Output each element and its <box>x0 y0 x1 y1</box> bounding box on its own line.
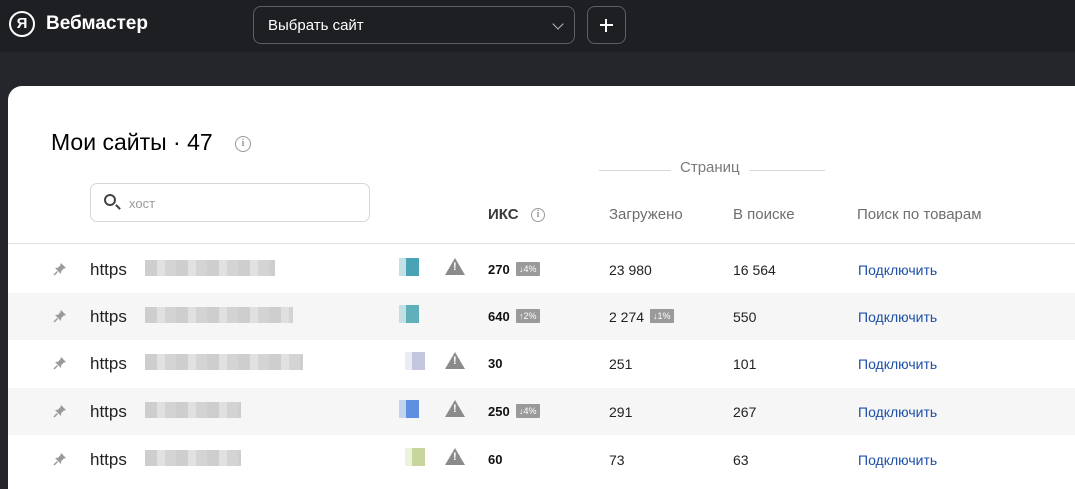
table-row[interactable]: https 270 ↓4% 23 980 16 564 Подключить <box>8 246 1075 293</box>
loaded-change-badge: ↓1% <box>650 309 674 323</box>
pin-icon[interactable] <box>53 404 67 418</box>
iks-value: 640 <box>488 309 510 324</box>
site-host[interactable]: https <box>90 260 127 280</box>
table-row[interactable]: https 250 ↓4% 291 267 Подключить <box>8 388 1075 435</box>
connect-link[interactable]: Подключить <box>858 356 937 372</box>
chevron-down-icon <box>552 18 564 30</box>
warning-icon[interactable] <box>445 448 465 465</box>
pages-loaded: 73 <box>609 452 625 468</box>
iks-value: 60 <box>488 452 503 467</box>
pages-loaded: 23 980 <box>609 262 652 278</box>
connect-link[interactable]: Подключить <box>858 404 937 420</box>
connect-link[interactable]: Подключить <box>858 452 937 468</box>
pages-loaded: 251 <box>609 356 633 372</box>
page-title: Мои сайты · 47 <box>51 129 213 155</box>
blurred-host <box>145 450 241 466</box>
site-select-dropdown[interactable]: Выбрать сайт <box>253 6 575 44</box>
warning-icon[interactable] <box>445 258 465 275</box>
pages-in-search: 101 <box>733 356 757 372</box>
iks-change-badge: ↓4% <box>516 262 540 276</box>
sites-panel: Мои сайты · 47 i Страниц ИКС i Загружено… <box>8 86 1075 489</box>
blurred-host <box>145 354 303 370</box>
pin-icon[interactable] <box>53 309 67 323</box>
pages-loaded: 2 274 <box>609 309 645 325</box>
warning-icon[interactable] <box>445 400 465 417</box>
column-loaded[interactable]: Загружено <box>609 206 683 223</box>
iks-change-badge: ↑2% <box>516 309 540 323</box>
pages-group-header: Страниц <box>599 159 825 186</box>
pin-icon[interactable] <box>53 356 67 370</box>
site-host[interactable]: https <box>90 354 127 374</box>
iks-info-icon[interactable]: i <box>531 208 545 222</box>
plus-icon <box>588 7 625 43</box>
site-favicon <box>405 352 425 370</box>
blurred-host <box>145 402 241 418</box>
column-in-search[interactable]: В поиске <box>733 206 795 223</box>
host-search[interactable] <box>90 183 370 222</box>
site-host[interactable]: https <box>90 450 127 470</box>
pages-in-search: 550 <box>733 309 757 325</box>
iks-change-badge: ↓4% <box>516 404 540 418</box>
site-select-label: Выбрать сайт <box>268 17 364 34</box>
site-host[interactable]: https <box>90 307 127 327</box>
header-divider <box>8 243 1075 244</box>
iks-value: 30 <box>488 356 503 371</box>
search-icon <box>104 194 116 206</box>
column-iks[interactable]: ИКС <box>488 206 519 223</box>
pages-group-label: Страниц <box>671 159 749 176</box>
site-favicon <box>399 305 419 323</box>
pages-in-search: 63 <box>733 452 749 468</box>
blurred-host <box>145 307 293 323</box>
search-input[interactable] <box>129 193 349 213</box>
pages-in-search: 16 564 <box>733 262 776 278</box>
pages-in-search: 267 <box>733 404 757 420</box>
pin-icon[interactable] <box>53 262 67 276</box>
iks-value: 250 <box>488 404 510 419</box>
brand-name[interactable]: Вебмастер <box>46 13 148 35</box>
table-row[interactable]: https 60 73 63 Подключить <box>8 436 1075 483</box>
warning-icon[interactable] <box>445 352 465 369</box>
top-bar: Я Вебмастер Выбрать сайт <box>0 0 1075 52</box>
site-host[interactable]: https <box>90 402 127 422</box>
table-row[interactable]: https 640 ↑2% 2 274 ↓1% 550 Подключить <box>8 293 1075 340</box>
yandex-logo-icon[interactable]: Я <box>9 11 35 37</box>
column-products-search: Поиск по товарам <box>857 206 982 223</box>
pin-icon[interactable] <box>53 452 67 466</box>
site-favicon <box>399 258 419 276</box>
table-row[interactable]: https 30 251 101 Подключить <box>8 340 1075 387</box>
pages-loaded: 291 <box>609 404 633 420</box>
add-site-button[interactable] <box>587 6 626 44</box>
connect-link[interactable]: Подключить <box>858 309 937 325</box>
site-favicon <box>399 400 419 418</box>
site-favicon <box>405 448 425 466</box>
connect-link[interactable]: Подключить <box>858 262 937 278</box>
iks-value: 270 <box>488 262 510 277</box>
blurred-host <box>145 260 275 276</box>
info-icon[interactable]: i <box>235 136 251 152</box>
